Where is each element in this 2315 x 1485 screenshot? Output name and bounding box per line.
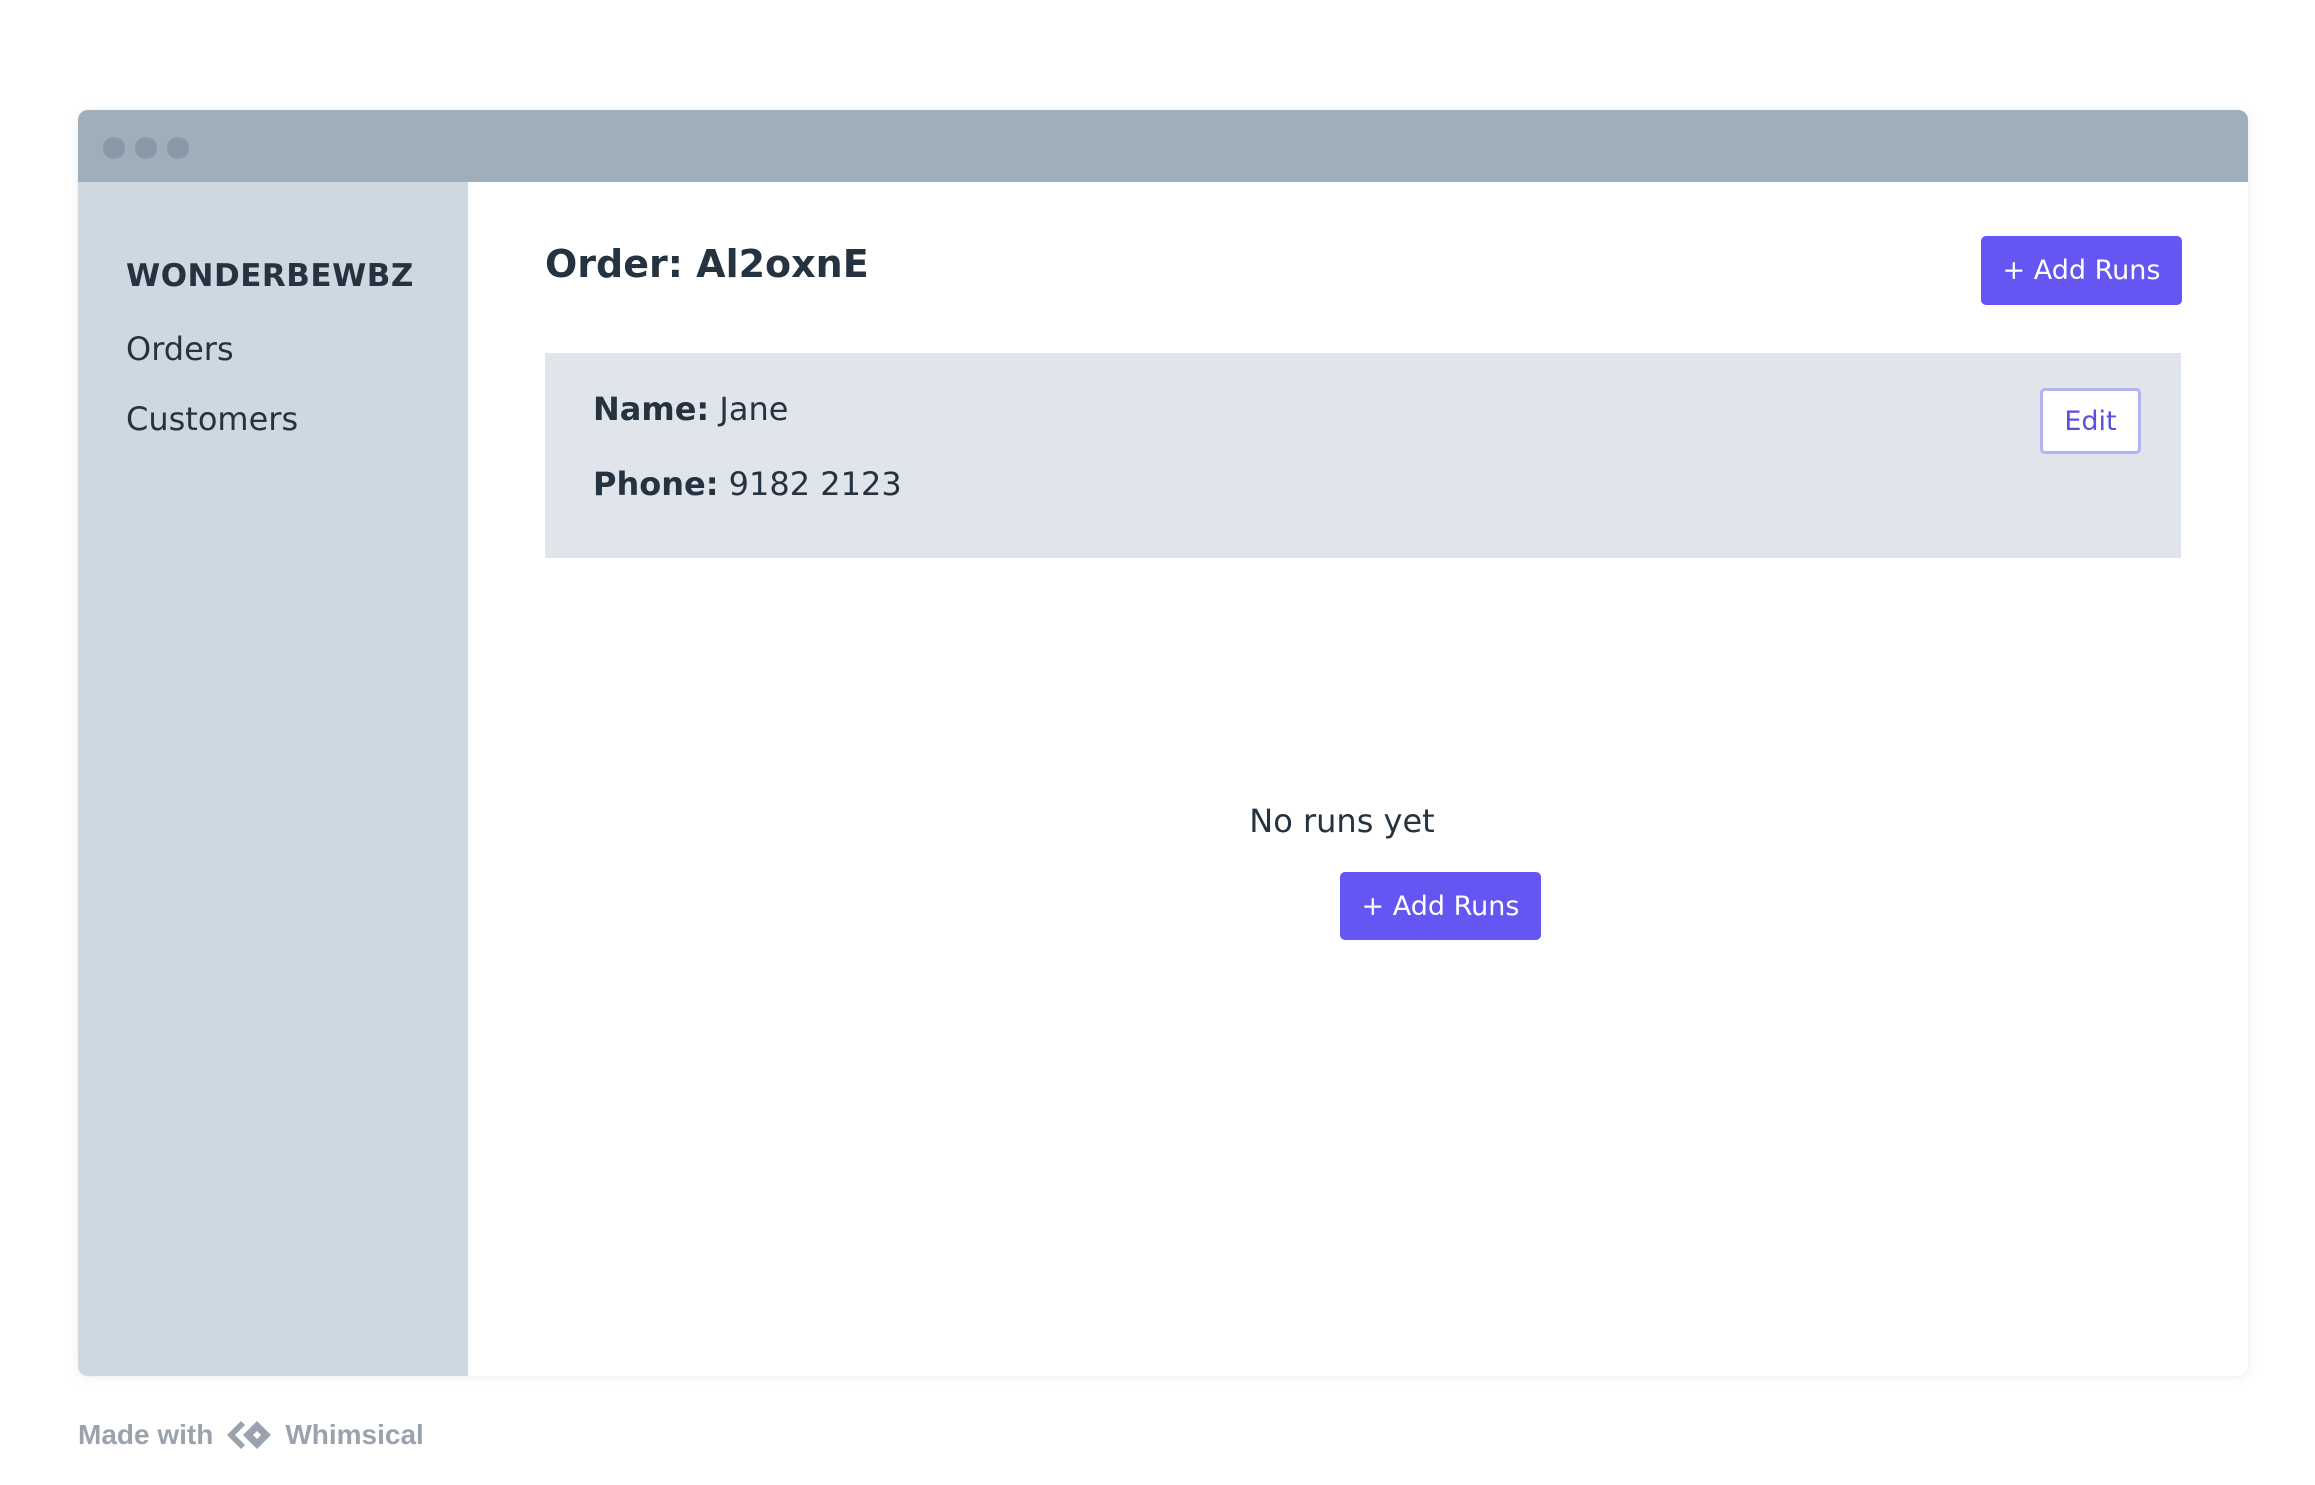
made-with-footer[interactable]: Made with Whimsical xyxy=(78,1413,424,1457)
brand-name: WONDERBEWBZ xyxy=(126,258,414,294)
made-with-text: Made with xyxy=(78,1419,214,1450)
customer-phone-value: 9182 2123 xyxy=(728,465,902,503)
customer-info-card: Name: Jane Phone: 9182 2123 Edit xyxy=(545,353,2181,558)
window-dot-icon xyxy=(135,137,157,159)
window-titlebar xyxy=(78,110,2248,182)
empty-state-message: No runs yet xyxy=(1249,802,1435,840)
add-runs-button[interactable]: + Add Runs xyxy=(1981,236,2182,305)
sidebar-item-orders[interactable]: Orders xyxy=(126,330,234,368)
page-title: Order: Al2oxnE xyxy=(545,242,869,286)
whimsical-logo-text: Whimsical xyxy=(285,1419,424,1450)
main-content: Order: Al2oxnE + Add Runs Name: Jane Pho… xyxy=(468,182,2248,1376)
customer-name-value: Jane xyxy=(719,390,789,428)
empty-state-message-wrap: No runs yet xyxy=(468,802,2248,840)
edit-customer-button[interactable]: Edit xyxy=(2040,388,2141,454)
window-dot-icon xyxy=(167,137,189,159)
whimsical-logo-icon xyxy=(227,1421,272,1449)
sidebar: WONDERBEWBZ Orders Customers xyxy=(78,182,468,1376)
customer-phone-row: Phone: 9182 2123 xyxy=(593,465,902,503)
window-dot-icon xyxy=(103,137,125,159)
customer-phone-label: Phone: xyxy=(593,465,719,503)
customer-name-row: Name: Jane xyxy=(593,390,788,428)
sidebar-item-customers[interactable]: Customers xyxy=(126,400,298,438)
app-window: WONDERBEWBZ Orders Customers Order: Al2o… xyxy=(78,110,2248,1376)
canvas: WONDERBEWBZ Orders Customers Order: Al2o… xyxy=(0,0,2315,1485)
empty-state-add-runs-button[interactable]: + Add Runs xyxy=(1340,872,1541,940)
customer-name-label: Name: xyxy=(593,390,710,428)
